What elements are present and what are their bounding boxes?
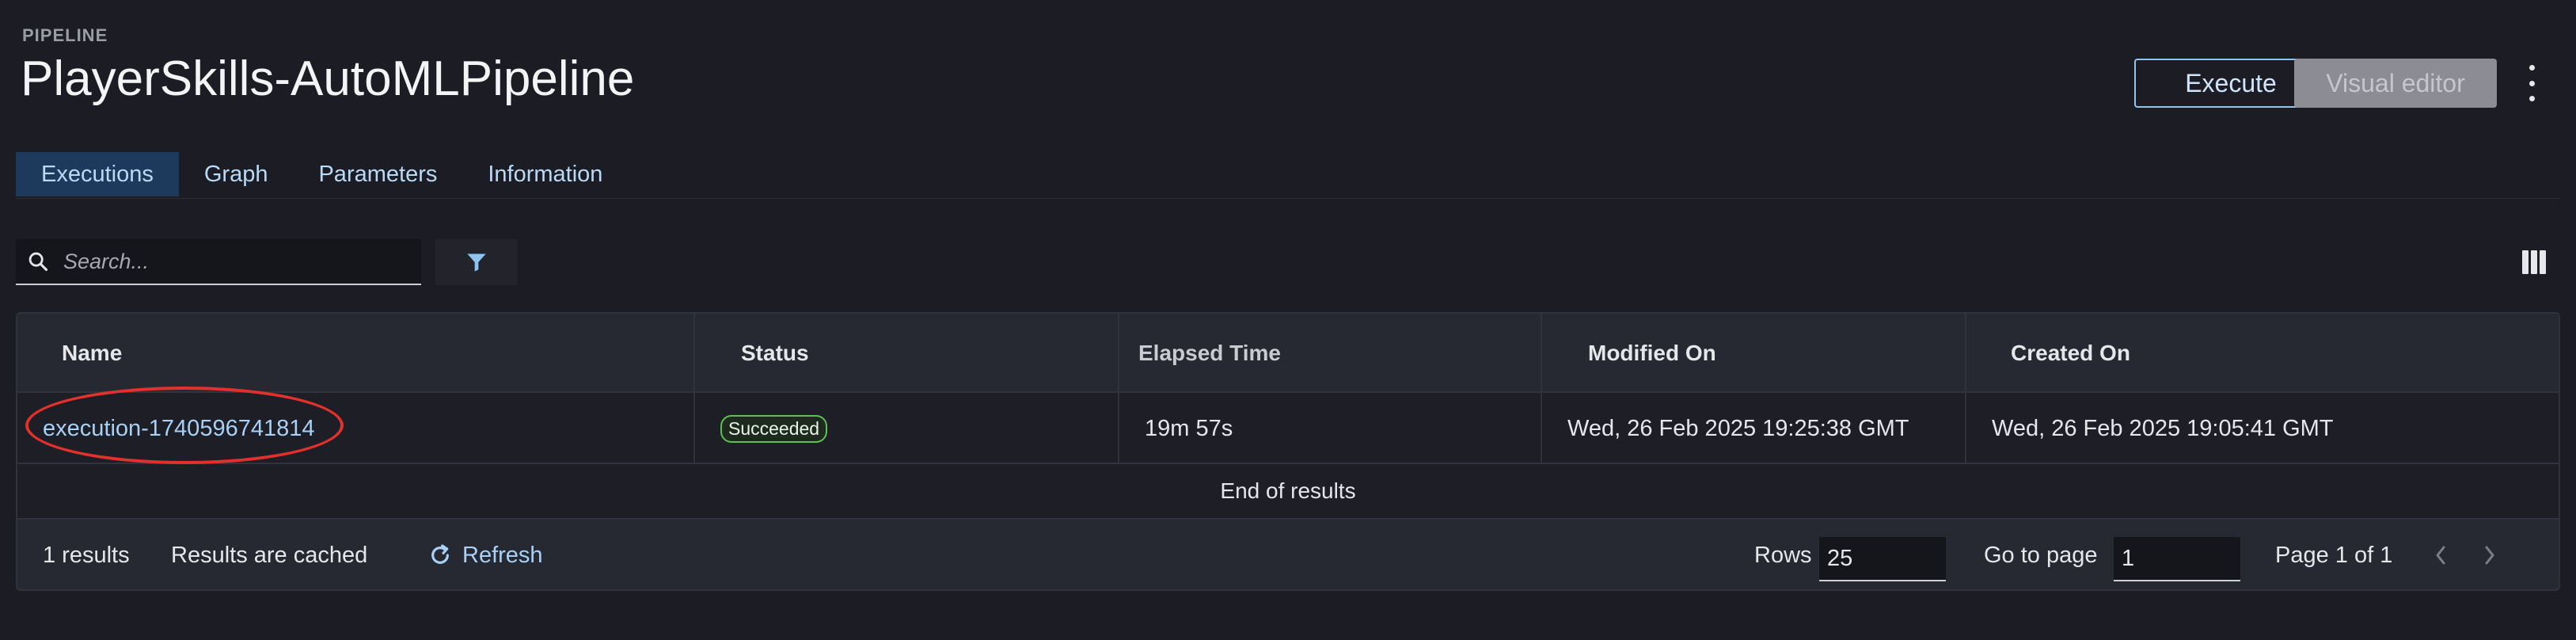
status-cell: Succeeded (720, 393, 828, 464)
chevron-right-icon (2485, 546, 2494, 565)
executions-table: Name Status Elapsed Time Modified On Cre… (16, 312, 2560, 591)
next-page-button[interactable] (2478, 539, 2502, 572)
filter-button[interactable] (435, 239, 518, 285)
cache-note: Results are cached (171, 542, 368, 568)
column-divider (1118, 314, 1119, 464)
chevron-left-icon (2436, 546, 2445, 565)
column-divider (1965, 314, 1966, 464)
column-header-status[interactable]: Status (741, 314, 809, 393)
more-options-icon[interactable] (2522, 65, 2541, 101)
page-title: PlayerSkills-AutoMLPipeline (21, 51, 635, 106)
page-status: Page 1 of 1 (2275, 542, 2393, 568)
filter-icon (467, 253, 486, 272)
rows-label: Rows (1754, 542, 1812, 568)
previous-page-button[interactable] (2429, 539, 2453, 572)
column-header-modified[interactable]: Modified On (1588, 314, 1716, 393)
column-divider (1541, 314, 1542, 464)
results-count: 1 results (43, 542, 130, 568)
refresh-icon (431, 544, 449, 564)
search-icon (28, 252, 48, 272)
table-header (17, 314, 2559, 393)
page-eyebrow: PIPELINE (22, 25, 108, 45)
search-box[interactable] (16, 239, 421, 285)
created-cell: Wed, 26 Feb 2025 19:05:41 GMT (1992, 415, 2334, 441)
goto-page-input[interactable]: 1 (2114, 537, 2240, 581)
column-divider (693, 314, 695, 464)
refresh-label: Refresh (462, 542, 543, 568)
columns-icon[interactable] (2522, 250, 2546, 274)
status-badge: Succeeded (720, 414, 828, 443)
elapsed-cell: 19m 57s (1145, 415, 1233, 441)
column-header-elapsed[interactable]: Elapsed Time (1138, 314, 1281, 393)
end-of-results: End of results (1220, 478, 1356, 503)
table-footer: 1 results Results are cached Refresh Row… (17, 520, 2559, 589)
tab-parameters[interactable]: Parameters (293, 152, 462, 196)
execution-name-link[interactable]: execution-1740596741814 (43, 393, 314, 464)
tab-graph[interactable]: Graph (179, 152, 294, 196)
tab-bar: Executions Graph Parameters Information (16, 152, 628, 196)
column-header-name[interactable]: Name (62, 314, 122, 393)
search-input[interactable] (62, 248, 397, 275)
tabs-divider (16, 198, 2560, 199)
refresh-button[interactable]: Refresh (427, 520, 543, 589)
goto-label: Go to page (1984, 542, 2098, 568)
tab-information[interactable]: Information (462, 152, 628, 196)
column-header-created[interactable]: Created On (2011, 314, 2130, 393)
tab-executions[interactable]: Executions (16, 152, 179, 196)
rows-per-page-input[interactable]: 25 (1819, 537, 1946, 581)
modified-cell: Wed, 26 Feb 2025 19:25:38 GMT (1567, 415, 1909, 441)
visual-editor-button[interactable]: Visual editor (2294, 59, 2497, 108)
